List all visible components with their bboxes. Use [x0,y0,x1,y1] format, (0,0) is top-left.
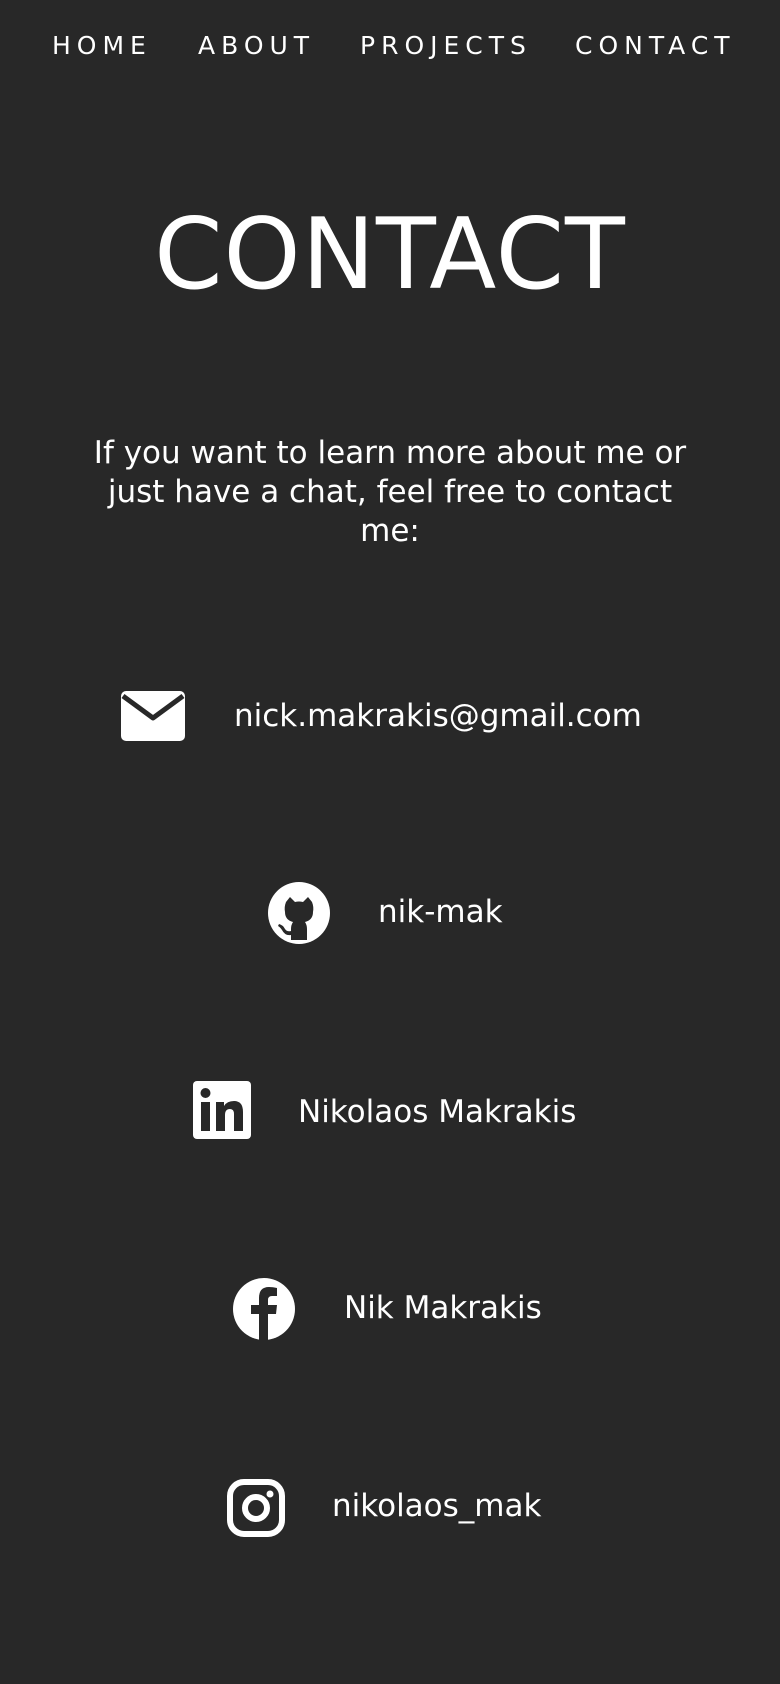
contact-row-linkedin: Nikolaos Makrakis [0,1080,780,1160]
facebook-icon[interactable] [231,1276,297,1342]
linkedin-icon[interactable] [192,1080,252,1140]
email-link[interactable]: nick.makrakis@gmail.com [234,696,642,736]
github-icon[interactable] [266,880,332,946]
instagram-icon[interactable] [226,1478,286,1538]
instagram-link[interactable]: nikolaos_mak [332,1486,541,1526]
contact-row-email: nick.makrakis@gmail.com [0,684,780,764]
nav-link-projects[interactable]: PROJECTS [360,28,532,64]
nav-link-home[interactable]: HOME [52,28,152,64]
contact-row-facebook: Nik Makrakis [0,1276,780,1356]
top-nav: HOME ABOUT PROJECTS CONTACT [0,28,780,64]
page-title: CONTACT [154,198,626,312]
intro-text: If you want to learn more about me or ju… [93,435,687,549]
contact-row-instagram: nikolaos_mak [0,1478,780,1558]
nav-link-contact[interactable]: CONTACT [575,28,736,64]
facebook-link[interactable]: Nik Makrakis [344,1288,542,1328]
linkedin-link[interactable]: Nikolaos Makrakis [298,1092,576,1132]
nav-link-about[interactable]: ABOUT [198,28,315,64]
envelope-icon[interactable] [120,688,186,744]
contact-row-github: nik-mak [0,880,780,960]
github-link[interactable]: nik-mak [378,892,503,932]
